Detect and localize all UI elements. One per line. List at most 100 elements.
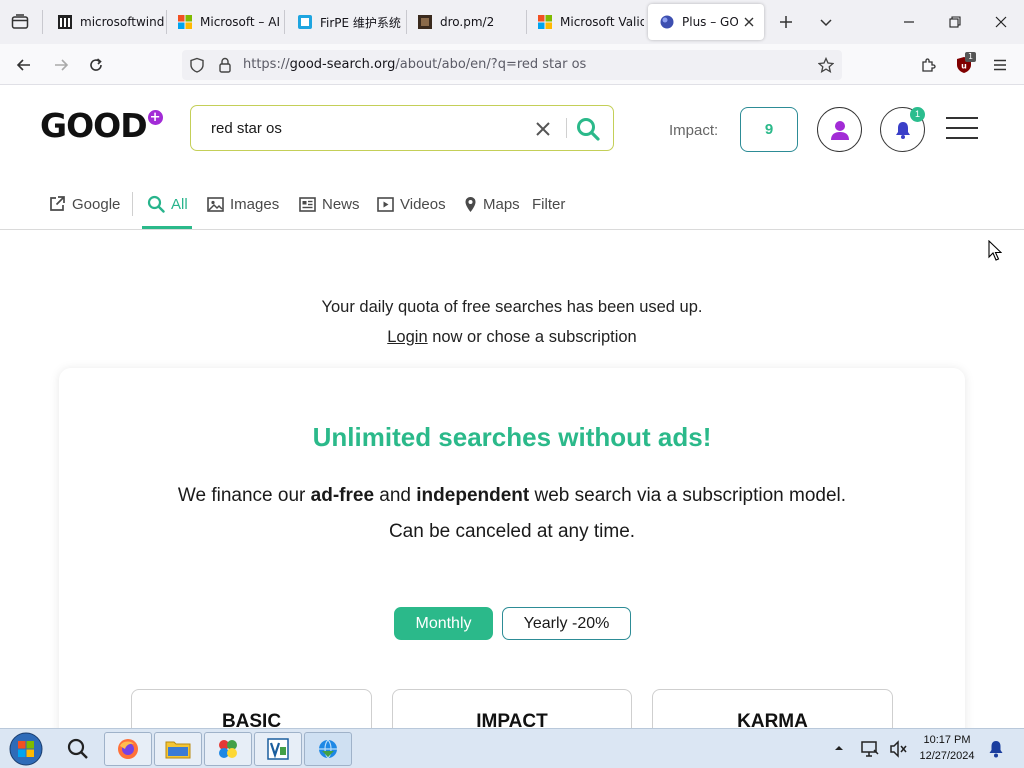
show-hidden-icons-chevron-up-icon[interactable] xyxy=(832,741,846,755)
subscription-title: Unlimited searches without ads! xyxy=(312,422,712,452)
tab-label: Google xyxy=(72,195,121,213)
network-app-icon xyxy=(267,738,289,760)
hamburger-menu-icon xyxy=(994,59,1006,71)
tab-microsoft-valid[interactable]: Microsoft Valid xyxy=(526,4,644,40)
new-tab-button[interactable] xyxy=(774,10,798,34)
shield-icon[interactable] xyxy=(189,57,205,73)
tab-label: Videos xyxy=(400,195,446,213)
monthly-toggle-button[interactable]: Monthly xyxy=(394,607,493,640)
map-pin-icon xyxy=(465,196,476,212)
app-menu-button[interactable] xyxy=(987,52,1013,78)
description-line-2: Can be canceled at any time. xyxy=(388,521,636,542)
search-input[interactable] xyxy=(211,117,511,139)
tab-title: Microsoft Valid xyxy=(560,15,644,29)
tab-firpe[interactable]: FirPE 维护系统 xyxy=(286,4,404,40)
bookmark-star-icon[interactable] xyxy=(818,57,834,73)
system-clock[interactable]: 10:17 PM 12/27/2024 xyxy=(912,732,982,764)
forward-button[interactable] xyxy=(48,52,74,78)
close-window-button[interactable] xyxy=(978,0,1024,44)
tab-filter[interactable]: Filter xyxy=(532,190,565,218)
good-logo[interactable]: GOOD + xyxy=(40,106,163,148)
minimize-window-button[interactable] xyxy=(886,0,932,44)
tab-maps[interactable]: Maps xyxy=(464,190,520,218)
folder-icon xyxy=(165,741,191,759)
subscription-card: Unlimited searches without ads! We finan… xyxy=(59,368,965,768)
reload-button[interactable] xyxy=(83,52,109,78)
search-divider xyxy=(566,118,567,138)
account-button[interactable] xyxy=(817,107,862,152)
clear-search-icon[interactable] xyxy=(533,119,553,139)
ublock-button[interactable]: u 1 xyxy=(951,52,977,78)
quota-notice: Your daily quota of free searches has be… xyxy=(0,292,1024,352)
taskbar-search-button[interactable] xyxy=(56,732,100,766)
volume-muted-icon[interactable] xyxy=(888,739,908,759)
start-button[interactable] xyxy=(4,731,48,767)
reload-icon xyxy=(90,58,102,71)
tab-microsoft-ai[interactable]: Microsoft – AI xyxy=(166,4,282,40)
active-tab-underline xyxy=(142,226,192,229)
taskbar-file-explorer[interactable] xyxy=(154,732,202,766)
tab-list-icon xyxy=(11,14,29,29)
tab-news[interactable]: News xyxy=(299,190,360,218)
taskbar-app-5[interactable] xyxy=(304,732,352,766)
tab-plus-good[interactable]: Plus – GOOD xyxy=(648,4,764,40)
close-tab-icon[interactable] xyxy=(742,15,756,29)
impact-label: Impact: xyxy=(669,122,719,139)
description-line-1: We finance our ad-free and independent w… xyxy=(59,478,965,514)
yearly-toggle-button[interactable]: Yearly -20% xyxy=(502,607,631,640)
tab-label: Filter xyxy=(532,195,566,213)
microsoft-favicon-icon xyxy=(538,15,552,29)
taskbar-firefox[interactable] xyxy=(104,732,152,766)
lock-icon[interactable] xyxy=(217,57,233,73)
search-icon xyxy=(67,738,88,759)
url-text[interactable]: https://good-search.org/about/abo/en/?q=… xyxy=(243,57,586,72)
plus-icon xyxy=(780,16,792,28)
tab-videos[interactable]: Videos xyxy=(377,190,446,218)
dro-favicon-icon xyxy=(418,15,432,29)
taskbar-app-4[interactable] xyxy=(254,732,302,766)
firpe-favicon-icon xyxy=(298,15,312,29)
search-icon xyxy=(147,195,165,213)
colorful-app-icon xyxy=(219,740,237,758)
tab-google[interactable]: Google xyxy=(48,190,120,218)
video-icon xyxy=(377,196,394,212)
puzzle-icon xyxy=(922,58,936,72)
globe-favicon-icon xyxy=(660,15,674,29)
tab-list-button[interactable] xyxy=(8,11,32,33)
chevron-down-icon xyxy=(820,19,832,27)
minimize-icon xyxy=(904,21,914,23)
site-menu-button[interactable] xyxy=(946,116,978,140)
news-icon xyxy=(299,196,316,212)
back-button[interactable] xyxy=(11,52,37,78)
maximize-window-button[interactable] xyxy=(932,0,978,44)
search-submit-icon[interactable] xyxy=(575,116,601,142)
image-icon xyxy=(207,196,224,212)
address-bar[interactable]: https://good-search.org/about/abo/en/?q=… xyxy=(182,50,842,80)
tab-dro-pm[interactable]: dro.pm/2 xyxy=(406,4,524,40)
microsoft-favicon-icon xyxy=(178,15,192,29)
impact-counter[interactable]: 9 xyxy=(740,107,798,152)
tab-title: Microsoft – AI xyxy=(200,15,280,29)
taskbar-app-3[interactable] xyxy=(204,732,252,766)
tab-all[interactable]: All xyxy=(147,190,188,218)
url-domain: good-search.org xyxy=(289,57,396,72)
desc-text: and xyxy=(374,485,417,506)
tab-title: microsoftwindows xyxy=(80,15,164,29)
browser-tab-strip: microsoftwindows Microsoft – AI FirPE 维护… xyxy=(0,0,1024,44)
tab-title: dro.pm/2 xyxy=(440,15,495,29)
action-center-icon[interactable] xyxy=(860,739,880,759)
tab-label: Images xyxy=(230,195,280,213)
extensions-button[interactable] xyxy=(915,52,941,78)
tab-microsoftwindows[interactable]: microsoftwindows xyxy=(46,4,164,40)
login-link[interactable]: Login xyxy=(387,328,427,346)
restore-icon xyxy=(949,16,961,28)
tab-title: Plus – GOOD xyxy=(682,15,738,29)
svg-text:u: u xyxy=(961,62,967,71)
notification-bell-icon[interactable] xyxy=(986,739,1006,759)
category-separator xyxy=(132,192,133,216)
desc-bold-independent: independent xyxy=(416,485,530,506)
tab-images[interactable]: Images xyxy=(207,190,279,218)
list-all-tabs-button[interactable] xyxy=(814,10,838,34)
windows-taskbar: 10:17 PM 12/27/2024 xyxy=(0,728,1024,768)
user-icon xyxy=(830,120,849,140)
